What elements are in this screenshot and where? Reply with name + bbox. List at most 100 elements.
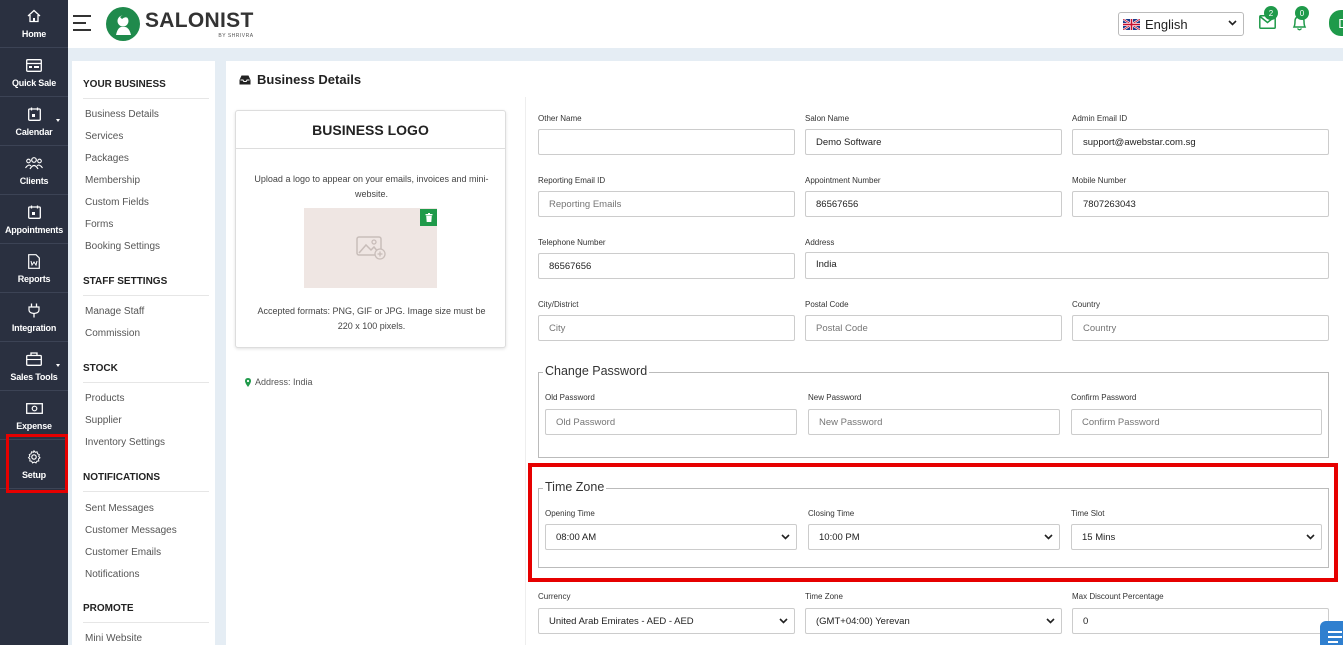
salon-name-input[interactable] [805, 129, 1062, 155]
logo-card-description: Upload a logo to appear on your emails, … [254, 174, 489, 199]
home-icon [25, 8, 43, 24]
sidebar-link-manage-staff[interactable]: Manage Staff [85, 306, 144, 317]
business-logo-card: BUSINESS LOGO Upload a logo to appear on… [235, 110, 506, 348]
sidebar-section-title: PROMOTE [83, 603, 134, 614]
other-name-label: Other Name [538, 114, 582, 123]
sidebar-link-mini-website[interactable]: Mini Website [85, 633, 142, 644]
page-title: Business Details [239, 72, 361, 87]
language-value: English [1145, 16, 1188, 32]
sidebar-link-customer-messages[interactable]: Customer Messages [85, 525, 177, 536]
admin-email-input[interactable] [1072, 129, 1329, 155]
language-select[interactable]: English [1118, 12, 1244, 36]
telephone-number-input[interactable] [538, 253, 795, 279]
nav-sales-tools[interactable]: Sales Tools [0, 343, 68, 391]
sidebar-link-business-details[interactable]: Business Details [85, 109, 159, 120]
trash-icon [425, 213, 432, 222]
sidebar-link-inventory-settings[interactable]: Inventory Settings [85, 437, 165, 448]
sidebar-link-commission[interactable]: Commission [85, 328, 140, 339]
sidebar-link-supplier[interactable]: Supplier [85, 415, 122, 426]
nav-clients[interactable]: Clients [0, 147, 68, 195]
notification-count-badge: 0 [1295, 6, 1309, 20]
delete-logo-button[interactable] [420, 209, 437, 226]
chevron-down-icon [56, 119, 60, 122]
sidebar-link-custom-fields[interactable]: Custom Fields [85, 197, 149, 208]
sidebar-link-services[interactable]: Services [85, 131, 123, 142]
time-zone-label: Time Zone [805, 592, 843, 601]
salon-name-label: Salon Name [805, 114, 850, 123]
old-password-input[interactable] [545, 409, 797, 435]
users-icon [25, 155, 43, 171]
city-input[interactable] [538, 315, 795, 341]
nav-appointments[interactable]: Appointments [0, 196, 68, 244]
mobile-number-input[interactable] [1072, 191, 1329, 217]
sidebar-section-title: STAFF SETTINGS [83, 276, 168, 287]
sidebar-link-packages[interactable]: Packages [85, 153, 129, 164]
reporting-email-label: Reporting Email ID [538, 176, 606, 185]
logo-name: SALONIST [145, 8, 254, 32]
app-logo[interactable]: SALONIST BY SHRIVRA [106, 7, 254, 41]
logo-subtitle: BY SHRIVRA [218, 32, 254, 39]
nav-label: Calendar [15, 127, 53, 137]
appointment-number-label: Appointment Number [805, 176, 881, 185]
user-avatar[interactable]: D [1329, 10, 1343, 36]
chevron-down-icon [56, 364, 60, 367]
chat-widget-button[interactable] [1320, 621, 1343, 645]
sidebar-section-title: NOTIFICATIONS [83, 472, 161, 483]
other-name-input[interactable] [538, 129, 795, 155]
sidebar-link-booking-settings[interactable]: Booking Settings [85, 241, 160, 252]
nav-label: Appointments [4, 225, 64, 235]
sidebar-section-title: STOCK [83, 363, 118, 374]
new-password-input[interactable] [808, 409, 1060, 435]
sidebar-link-customer-emails[interactable]: Customer Emails [85, 547, 161, 558]
new-password-label: New Password [808, 393, 862, 402]
currency-select[interactable]: United Arab Emirates - AED - AED [538, 608, 795, 634]
nav-label: Expense [16, 421, 52, 431]
chevron-down-icon [779, 618, 788, 624]
report-icon [25, 253, 43, 269]
money-icon [25, 400, 43, 416]
reporting-email-input[interactable] [538, 191, 795, 217]
nav-label: Reports [17, 274, 51, 284]
calendar-icon [25, 106, 43, 122]
country-input[interactable] [1072, 315, 1329, 341]
postal-code-input[interactable] [805, 315, 1062, 341]
nav-label: Quick Sale [11, 78, 57, 88]
sidebar-link-membership[interactable]: Membership [85, 175, 140, 186]
appointment-icon [25, 204, 43, 220]
nav-reports[interactable]: Reports [0, 245, 68, 293]
settings-sidebar: YOUR BUSINESS Business Details Services … [72, 61, 215, 645]
chat-icon [1328, 631, 1342, 643]
sidebar-section-title: YOUR BUSINESS [83, 79, 166, 90]
mobile-number-label: Mobile Number [1072, 176, 1127, 185]
nav-home[interactable]: Home [0, 0, 68, 48]
nav-quick-sale[interactable]: Quick Sale [0, 49, 68, 97]
logo-card-title: BUSINESS LOGO [236, 111, 505, 149]
nav-label: Home [21, 29, 47, 39]
hamburger-menu-icon[interactable] [73, 15, 91, 31]
sidebar-link-forms[interactable]: Forms [85, 219, 113, 230]
nav-label: Integration [11, 323, 57, 333]
briefcase-icon [25, 351, 43, 367]
image-upload-icon [355, 236, 386, 260]
city-label: City/District [538, 300, 579, 309]
main-nav: Home Quick Sale Calendar Clients Appoint… [0, 0, 68, 645]
address-label: Address [805, 238, 835, 247]
nav-label: Sales Tools [10, 372, 58, 382]
sidebar-link-notifications[interactable]: Notifications [85, 569, 139, 580]
sidebar-link-products[interactable]: Products [85, 393, 124, 404]
inbox-icon [239, 75, 251, 84]
sidebar-link-sent-messages[interactable]: Sent Messages [85, 503, 154, 514]
chevron-down-icon [1228, 20, 1237, 26]
address-textarea[interactable]: India [805, 252, 1329, 279]
confirm-password-input[interactable] [1071, 409, 1322, 435]
logo-upload-area[interactable] [304, 208, 437, 288]
nav-expense[interactable]: Expense [0, 392, 68, 440]
max-discount-input[interactable] [1072, 608, 1329, 634]
nav-integration[interactable]: Integration [0, 294, 68, 342]
appointment-number-input[interactable] [805, 191, 1062, 217]
mail-count-badge: 2 [1264, 6, 1278, 20]
time-zone-select[interactable]: (GMT+04:00) Yerevan [805, 608, 1062, 634]
setup-highlight-box [6, 434, 68, 493]
salonist-logo-icon [106, 7, 140, 41]
nav-calendar[interactable]: Calendar [0, 98, 68, 146]
